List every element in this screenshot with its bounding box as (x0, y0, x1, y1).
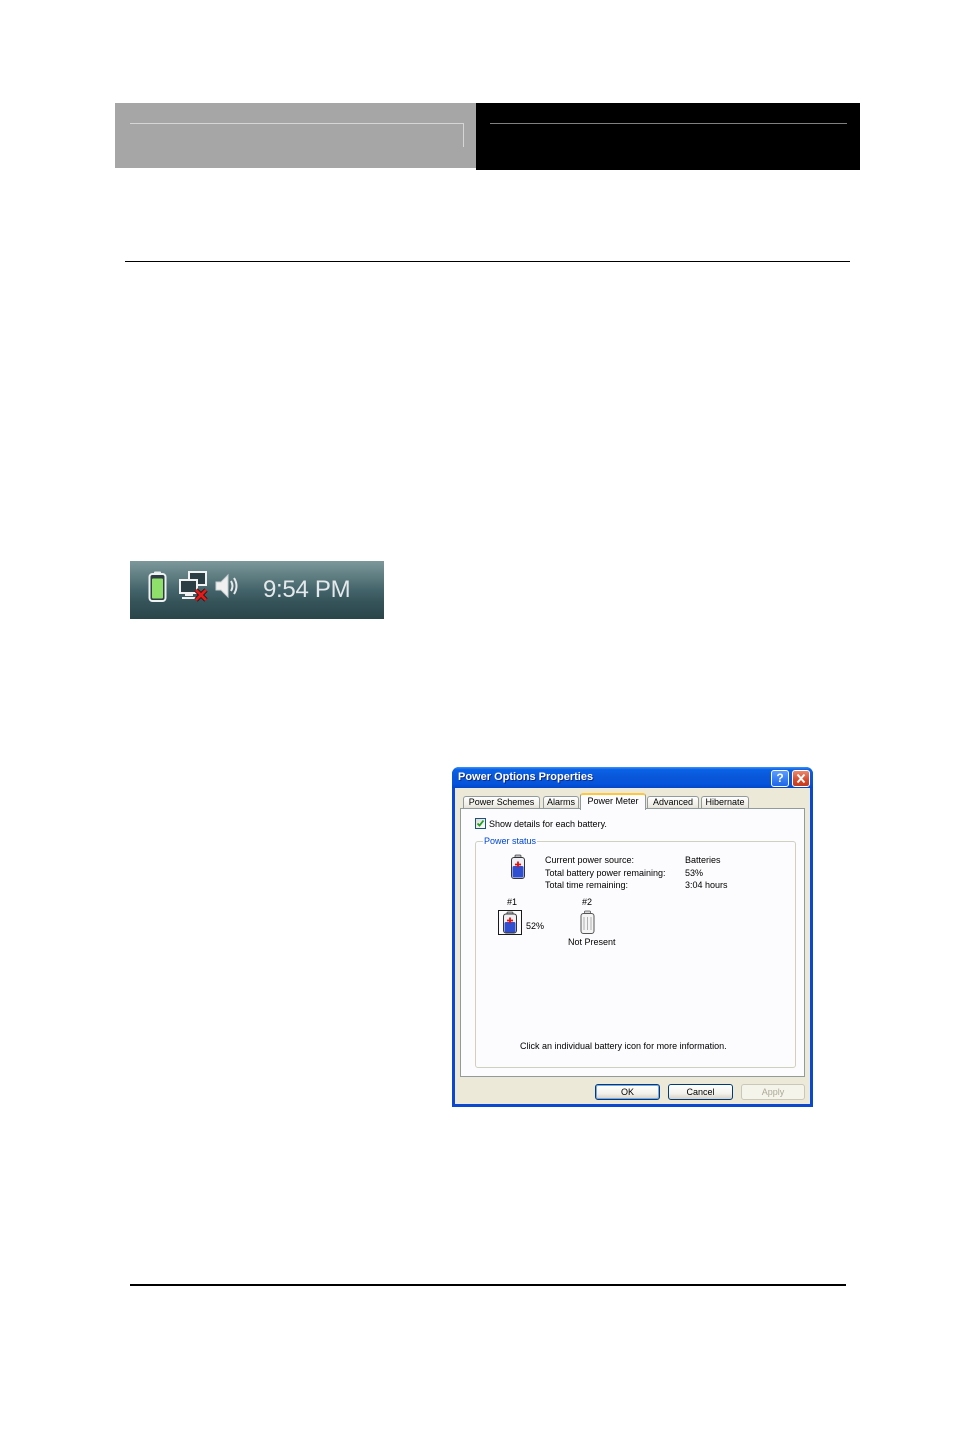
taskbar-notification-area: 9:54 PM (130, 561, 384, 619)
power-remaining-value: 53% (685, 867, 704, 878)
help-button[interactable]: ? (771, 770, 789, 787)
header-rule-left-vertical (463, 123, 464, 147)
show-details-checkbox[interactable] (475, 818, 486, 829)
header-rule-left (130, 123, 464, 124)
tab-power-meter[interactable]: Power Meter (580, 793, 646, 810)
battery-icon (503, 911, 517, 934)
show-details-label[interactable]: Show details for each battery. (489, 818, 607, 830)
battery-1-button[interactable] (498, 910, 522, 935)
power-source-label: Current power source: (545, 855, 635, 865)
section-divider (125, 261, 850, 262)
speaker-icon[interactable] (214, 572, 240, 605)
battery-icon[interactable] (148, 571, 167, 607)
power-source-row: Current power source: Batteries (545, 854, 785, 867)
power-status-title: Power status (483, 835, 538, 847)
tab-advanced[interactable]: Advanced (647, 796, 699, 808)
dialog-title: Power Options Properties (458, 771, 594, 783)
footer-divider (130, 1284, 846, 1286)
tab-alarms[interactable]: Alarms (543, 796, 579, 808)
tab-power-schemes[interactable]: Power Schemes (463, 796, 540, 808)
header-band-left (115, 103, 476, 168)
close-button[interactable] (792, 770, 810, 787)
power-source-value: Batteries (685, 855, 721, 865)
time-remaining-row: Total time remaining: 3:04 hours (545, 879, 785, 892)
power-meter-panel: Show details for each battery. Power sta… (460, 808, 805, 1077)
network-disconnected-icon[interactable] (178, 570, 209, 609)
header-band-right (476, 103, 860, 170)
ok-button[interactable]: OK (595, 1084, 660, 1100)
time-remaining-value: 3:04 hours (685, 880, 728, 890)
clock-time[interactable]: 9:54 PM (263, 561, 351, 619)
power-remaining-label: Total battery power remaining: (545, 867, 666, 878)
battery-2-number: #2 (582, 897, 593, 907)
battery-2-button[interactable] (576, 910, 599, 935)
battery-2-status: Not Present (568, 937, 616, 947)
empty-battery-icon (580, 910, 595, 934)
help-button-label: ? (776, 771, 784, 785)
battery-1-status: 52% (526, 921, 545, 931)
dialog-client-area: Power Schemes Alarms Power Meter Advance… (455, 788, 810, 1104)
apply-button[interactable]: Apply (741, 1084, 805, 1100)
header-rule-right (490, 123, 847, 124)
power-status-group: Power status Current power source: Batte… (475, 835, 796, 1068)
power-status-details: Current power source: Batteries Total ba… (545, 854, 785, 892)
battery-hint: Click an individual battery icon for mor… (520, 1041, 727, 1051)
time-remaining-label: Total time remaining: (545, 880, 629, 890)
close-icon (796, 773, 806, 784)
power-remaining-row: Total battery power remaining: 53% (545, 867, 785, 880)
power-options-dialog: Power Options Properties ? Power Schemes… (452, 767, 813, 1107)
title-bar[interactable]: Power Options Properties ? (452, 767, 813, 788)
battery-icon (511, 854, 525, 879)
checkmark-icon (476, 819, 485, 827)
battery-1-number: #1 (507, 897, 518, 907)
cancel-button[interactable]: Cancel (668, 1084, 733, 1100)
tab-hibernate[interactable]: Hibernate (701, 796, 749, 808)
